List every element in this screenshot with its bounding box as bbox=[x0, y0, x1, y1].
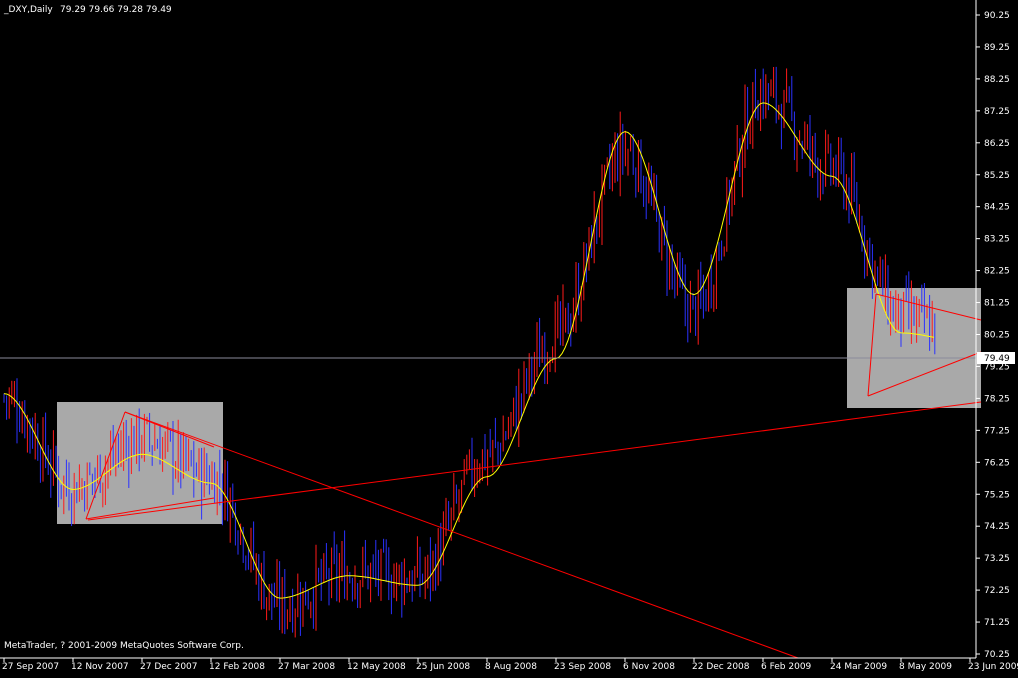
x-tick-label: 8 Aug 2008 bbox=[485, 662, 537, 672]
y-tick-label: 88.25 bbox=[984, 75, 1010, 85]
x-tick-label: 27 Sep 2007 bbox=[2, 662, 59, 672]
x-tick-label: 27 Dec 2007 bbox=[140, 662, 198, 672]
x-tick-label: 12 Feb 2008 bbox=[209, 662, 265, 672]
last-price-label: 79.49 bbox=[984, 354, 1010, 364]
y-tick-label: 78.25 bbox=[984, 394, 1010, 404]
price-chart: 90.25 89.25 88.25 87.25 86.25 85.25 84.25 83.25… bbox=[0, 0, 1018, 674]
y-tick-label: 80.25 bbox=[984, 331, 1010, 341]
x-tick-label: 27 Mar 2008 bbox=[278, 662, 335, 672]
y-tick-label: 76.25 bbox=[984, 458, 1010, 468]
y-tick-label: 77.25 bbox=[984, 426, 1010, 436]
x-tick-label: 22 Dec 2008 bbox=[692, 662, 750, 672]
chart-header-quote: 79.29 79.66 79.28 79.49 bbox=[60, 5, 172, 15]
y-tick-label: 73.25 bbox=[984, 554, 1010, 564]
x-tick-label: 23 Jun 2009 bbox=[968, 662, 1018, 672]
y-tick-label: 74.25 bbox=[984, 522, 1010, 532]
chart-header-symbol: _DXY,Daily bbox=[3, 5, 53, 15]
x-tick-label: 25 Jun 2008 bbox=[416, 662, 470, 672]
x-tick-label: 6 Feb 2009 bbox=[761, 662, 812, 672]
copyright-footer: MetaTrader, ? 2001-2009 MetaQuotes Softw… bbox=[4, 641, 244, 651]
y-tick-label: 81.25 bbox=[984, 299, 1010, 309]
y-tick-label: 85.25 bbox=[984, 171, 1010, 181]
y-tick-label: 86.25 bbox=[984, 139, 1010, 149]
y-tick-label: 83.25 bbox=[984, 235, 1010, 245]
y-tick-label: 82.25 bbox=[984, 267, 1010, 277]
x-tick-label: 6 Nov 2008 bbox=[623, 662, 675, 672]
y-tick-label: 89.25 bbox=[984, 43, 1010, 53]
y-tick-label: 72.25 bbox=[984, 586, 1010, 596]
x-tick-label: 24 Mar 2009 bbox=[830, 662, 887, 672]
y-tick-label: 84.25 bbox=[984, 203, 1010, 213]
y-tick-label: 87.25 bbox=[984, 107, 1010, 117]
y-tick-label: 70.25 bbox=[984, 650, 1010, 660]
y-tick-label: 75.25 bbox=[984, 490, 1010, 500]
x-tick-label: 8 May 2009 bbox=[899, 662, 952, 672]
x-tick-label: 23 Sep 2008 bbox=[554, 662, 611, 672]
y-tick-label: 71.25 bbox=[984, 618, 1010, 628]
chart-area: 90.25 89.25 88.25 87.25 86.25 85.25 84.25 83.25… bbox=[0, 0, 1018, 674]
x-tick-label: 12 Nov 2007 bbox=[71, 662, 129, 672]
y-tick-label: 90.25 bbox=[984, 11, 1010, 21]
x-tick-label: 12 May 2008 bbox=[347, 662, 406, 672]
